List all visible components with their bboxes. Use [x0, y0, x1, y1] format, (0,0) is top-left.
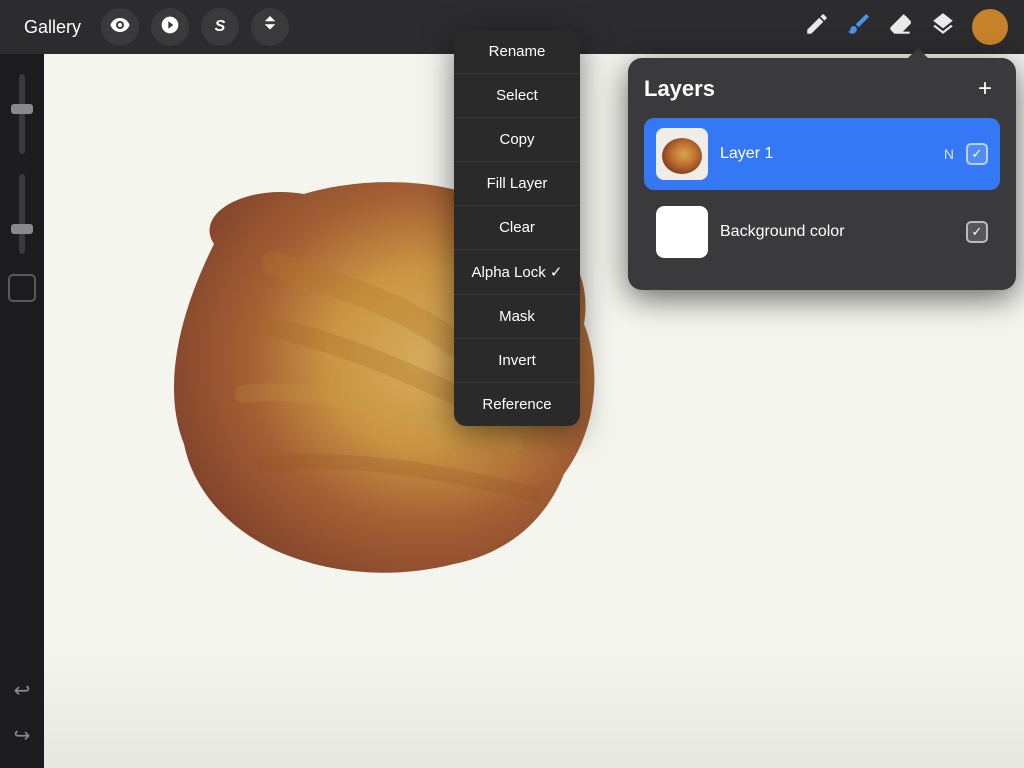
context-menu: RenameSelectCopyFill LayerClearAlpha Loc…	[454, 30, 580, 426]
color-selector-button[interactable]	[8, 274, 36, 302]
gallery-button[interactable]: Gallery	[16, 13, 89, 42]
layers-list: Layer 1 N Background color	[644, 118, 1000, 268]
toolbar-right	[804, 9, 1008, 45]
toolbar-left: Gallery S	[16, 8, 289, 46]
menu-item-copy[interactable]: Copy	[454, 118, 580, 162]
canvas-gradient	[44, 648, 1024, 768]
opacity-thumb[interactable]	[11, 224, 33, 234]
left-sidebar: ↩ ↪	[0, 54, 44, 768]
layer-thumbnail-background	[656, 206, 708, 258]
menu-item-rename[interactable]: Rename	[454, 30, 580, 74]
brush-tool-icon[interactable]	[846, 11, 872, 43]
layer-thumbnail-layer1	[656, 128, 708, 180]
settings-icon	[110, 15, 130, 40]
layers-header: Layers +	[644, 74, 1000, 104]
layer-thumb-white-background	[656, 206, 708, 258]
layer-mode-layer1: N	[944, 146, 954, 162]
smudge-button[interactable]: S	[201, 8, 239, 46]
brush-settings-icon	[160, 15, 180, 40]
user-avatar[interactable]	[972, 9, 1008, 45]
brush-size-slider[interactable]	[19, 74, 25, 154]
layer-name-background: Background color	[720, 223, 954, 241]
layer-checkbox-layer1[interactable]	[966, 143, 988, 165]
opacity-track	[19, 174, 25, 254]
layer-name-layer1: Layer 1	[720, 145, 932, 163]
menu-item-invert[interactable]: Invert	[454, 339, 580, 383]
eraser-tool-icon[interactable]	[888, 11, 914, 43]
opacity-slider[interactable]	[19, 174, 25, 254]
settings-button[interactable]	[101, 8, 139, 46]
transform-icon	[261, 16, 279, 39]
brush-size-thumb[interactable]	[11, 104, 33, 114]
layer-row-layer1[interactable]: Layer 1 N	[644, 118, 1000, 190]
undo-button[interactable]: ↩	[14, 678, 31, 703]
brush-size-track	[19, 74, 25, 154]
layers-panel: Layers + Layer 1 N Background color	[628, 58, 1016, 290]
menu-item-select[interactable]: Select	[454, 74, 580, 118]
panel-arrow	[908, 48, 928, 58]
menu-item-alpha-lock[interactable]: Alpha Lock ✓	[454, 250, 580, 295]
layer-row-background[interactable]: Background color	[644, 196, 1000, 268]
smudge-icon: S	[215, 18, 226, 36]
pencil-tool-icon[interactable]	[804, 11, 830, 43]
add-layer-button[interactable]: +	[970, 74, 1000, 104]
layers-tool-icon[interactable]	[930, 11, 956, 43]
transform-button[interactable]	[251, 8, 289, 46]
menu-item-mask[interactable]: Mask	[454, 295, 580, 339]
redo-button[interactable]: ↪	[14, 723, 31, 748]
brush-settings-button[interactable]	[151, 8, 189, 46]
menu-item-reference[interactable]: Reference	[454, 383, 580, 426]
layer-checkbox-background[interactable]	[966, 221, 988, 243]
layers-title: Layers	[644, 76, 715, 102]
menu-item-clear[interactable]: Clear	[454, 206, 580, 250]
menu-item-fill-layer[interactable]: Fill Layer	[454, 162, 580, 206]
